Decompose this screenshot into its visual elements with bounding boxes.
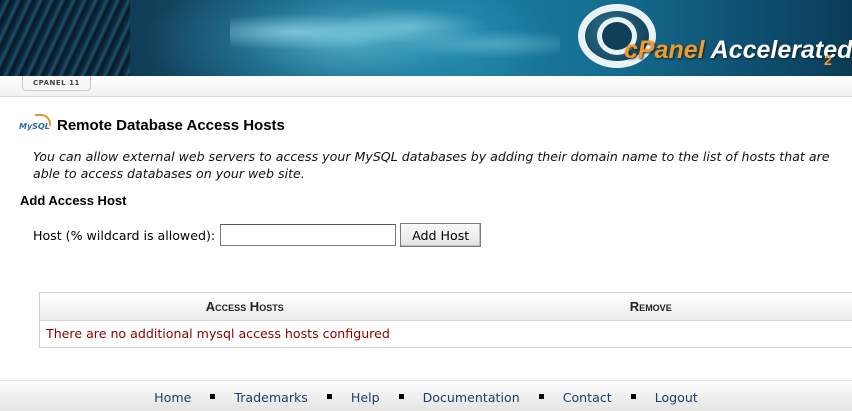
footer-link-documentation[interactable]: Documentation bbox=[423, 390, 520, 405]
version-strip bbox=[0, 76, 852, 97]
column-access-hosts: Access Hosts bbox=[40, 293, 450, 320]
access-hosts-table-header: Access Hosts Remove bbox=[40, 293, 852, 321]
cpanel-logo-text: cPanel Accelerated bbox=[624, 36, 852, 65]
footer-link-logout[interactable]: Logout bbox=[655, 390, 698, 405]
footer-link-contact[interactable]: Contact bbox=[563, 390, 612, 405]
footer-link-help[interactable]: Help bbox=[351, 390, 380, 405]
footer-separator bbox=[210, 394, 215, 399]
header-banner: cPanel Accelerated 2 bbox=[0, 0, 852, 76]
footer-separator bbox=[539, 394, 544, 399]
add-access-host-heading: Add Access Host bbox=[20, 193, 126, 208]
column-remove: Remove bbox=[450, 293, 852, 320]
access-hosts-table: Access Hosts Remove There are no additio… bbox=[39, 292, 852, 348]
version-tab: CPANEL 11 bbox=[22, 76, 91, 91]
world-map-graphic bbox=[230, 8, 560, 68]
footer-links: Home Trademarks Help Documentation Contact Lo… bbox=[0, 390, 852, 405]
footer-link-home[interactable]: Home bbox=[154, 390, 191, 405]
mysql-icon: MySQL bbox=[19, 114, 51, 136]
page-intro-text: You can allow external web servers to ac… bbox=[33, 148, 845, 182]
footer-link-trademarks[interactable]: Trademarks bbox=[234, 390, 308, 405]
no-hosts-message: There are no additional mysql access hos… bbox=[40, 321, 852, 347]
footer-separator bbox=[327, 394, 332, 399]
footer-separator bbox=[399, 394, 404, 399]
page-title-row: MySQL Remote Database Access Hosts bbox=[19, 114, 285, 136]
footer-separator bbox=[631, 394, 636, 399]
add-host-button[interactable]: Add Host bbox=[400, 223, 481, 247]
host-field-label: Host (% wildcard is allowed): bbox=[33, 228, 215, 243]
cpanel-logo[interactable]: cPanel Accelerated 2 bbox=[574, 2, 852, 76]
add-host-form: Host (% wildcard is allowed): Add Host bbox=[33, 223, 481, 247]
page-title: Remote Database Access Hosts bbox=[57, 117, 285, 134]
host-input[interactable] bbox=[220, 224, 396, 246]
cpanel-logo-version: 2 bbox=[824, 52, 832, 68]
network-cables-graphic bbox=[0, 0, 130, 76]
